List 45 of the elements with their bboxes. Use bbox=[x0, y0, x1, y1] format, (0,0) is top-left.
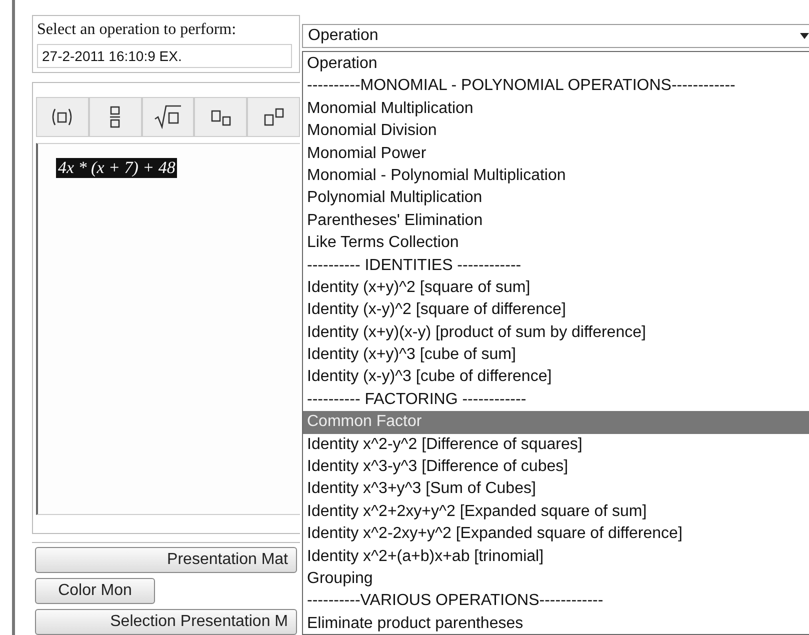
dropdown-option[interactable]: Identity x^3+y^3 [Sum of Cubes] bbox=[303, 478, 809, 501]
dropdown-option[interactable]: ----------VARIOUS OPERATIONS------------ bbox=[303, 590, 809, 613]
action-button[interactable]: Color Mon bbox=[35, 578, 155, 604]
dropdown-option[interactable]: Parentheses' Elimination bbox=[303, 210, 809, 232]
dropdown-option[interactable]: ---------- IDENTITIES ------------ bbox=[303, 254, 809, 277]
toolbar-button[interactable] bbox=[88, 97, 142, 137]
dropdown-option[interactable]: ---------- FACTORING ------------ bbox=[303, 388, 809, 412]
dropdown-option[interactable]: Identity (x+y)^2 [square of sum] bbox=[303, 276, 809, 300]
dropdown-option[interactable]: Grouping bbox=[303, 568, 809, 590]
parentheses-icon bbox=[50, 107, 74, 127]
math-editor[interactable]: 4x * (x + 7) + 48 bbox=[36, 143, 300, 515]
fraction-icon bbox=[109, 106, 122, 128]
dropdown-option[interactable]: Identity (x-y)^3 [cube of difference] bbox=[303, 366, 809, 389]
dropdown-option[interactable]: Common Factor bbox=[303, 411, 809, 434]
action-button[interactable]: Presentation Mat bbox=[35, 547, 297, 573]
operation-dropdown[interactable]: Operation bbox=[302, 24, 809, 48]
dropdown-option[interactable]: Monomial Power bbox=[303, 142, 809, 165]
dropdown-option[interactable]: Identity x^2+(a+b)x+ab [trinomial] bbox=[303, 546, 809, 568]
toolbar-button[interactable] bbox=[194, 97, 248, 137]
square-root-icon bbox=[154, 105, 182, 129]
action-button[interactable]: Selection Presentation M bbox=[35, 609, 297, 635]
dropdown-option[interactable]: Polynomial Multiplication bbox=[303, 187, 809, 210]
dropdown-option[interactable]: Monomial Multiplication bbox=[303, 98, 809, 120]
subscript-icon bbox=[210, 108, 231, 126]
toolbar-button[interactable] bbox=[142, 97, 194, 137]
dropdown-option[interactable]: Identity x^2+2xy+y^2 [Expanded square of sum] bbox=[303, 500, 809, 524]
dropdown-option[interactable]: Identity x^2-2xy+y^2 [Expanded square of difference] bbox=[303, 523, 809, 546]
superscript-icon bbox=[264, 108, 284, 126]
dropdown-option[interactable]: Identity x^2-y^2 [Difference of squares] bbox=[303, 434, 809, 456]
dropdown-option[interactable]: Like Terms Collection bbox=[303, 232, 809, 255]
toolbar-button[interactable] bbox=[247, 97, 300, 137]
caret-icon bbox=[800, 33, 809, 39]
dropdown-option[interactable]: Operation bbox=[303, 53, 809, 76]
field-label: Select an operation to perform: bbox=[37, 20, 238, 40]
math-expression: 4x * (x + 7) + 48 bbox=[56, 158, 178, 178]
date-field[interactable]: 27-2-2011 16:10:9 EX. bbox=[37, 44, 292, 68]
dropdown-option[interactable]: Identity x^3-y^3 [Difference of cubes] bbox=[303, 456, 809, 478]
dropdown-option[interactable]: Identity (x+y)(x-y) [product of sum by difference] bbox=[303, 322, 809, 344]
dropdown-option[interactable]: Monomial Division bbox=[303, 120, 809, 143]
dropdown-option[interactable]: Identity (x+y)^3 [cube of sum] bbox=[303, 344, 809, 366]
dropdown-option[interactable]: Monomial - Polynomial Multiplication bbox=[303, 164, 809, 188]
dropdown-option[interactable]: Eliminate product parentheses bbox=[303, 612, 809, 635]
dropdown-option[interactable]: Identity (x-y)^2 [square of difference] bbox=[303, 299, 809, 322]
dropdown-option[interactable]: ----------MONOMIAL - POLYNOMIAL OPERATIONS------------ bbox=[303, 75, 809, 98]
toolbar-button[interactable] bbox=[36, 97, 89, 137]
